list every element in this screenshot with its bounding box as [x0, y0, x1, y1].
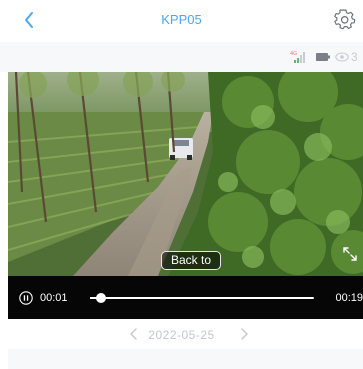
current-time: 00:01 — [40, 292, 68, 304]
settings-button[interactable] — [333, 8, 357, 32]
viewer-count: 3 — [351, 50, 358, 64]
total-time: 00:19 — [335, 292, 363, 304]
header-bar: KPP05 — [0, 0, 363, 42]
back-to-live-button[interactable]: Back to — [161, 251, 221, 270]
chevron-right-icon[interactable] — [238, 327, 250, 341]
pause-icon[interactable] — [19, 291, 33, 305]
eye-icon — [335, 52, 349, 62]
gear-icon — [334, 9, 356, 30]
playback-controls: 00:01 00:19 — [8, 276, 363, 319]
camera-status-bar: 4G 3 — [0, 42, 363, 72]
video-frame — [8, 72, 363, 276]
selected-date[interactable]: 2022-05-25 — [0, 328, 363, 342]
recording-timeline-area — [8, 349, 363, 369]
cellular-signal-icon: 4G — [290, 51, 305, 63]
progress-slider[interactable] — [90, 293, 314, 303]
playback-screen: KPP05 4G 3 Back to 00:01 00:19 2022-05-2… — [0, 0, 363, 369]
battery-icon — [316, 53, 330, 61]
date-navigator: 2022-05-25 — [0, 319, 363, 349]
fullscreen-icon[interactable] — [342, 246, 358, 262]
video-player[interactable]: Back to — [8, 72, 363, 276]
svg-text:4G: 4G — [290, 51, 297, 57]
progress-handle[interactable] — [96, 293, 107, 303]
page-title: KPP05 — [161, 12, 202, 27]
